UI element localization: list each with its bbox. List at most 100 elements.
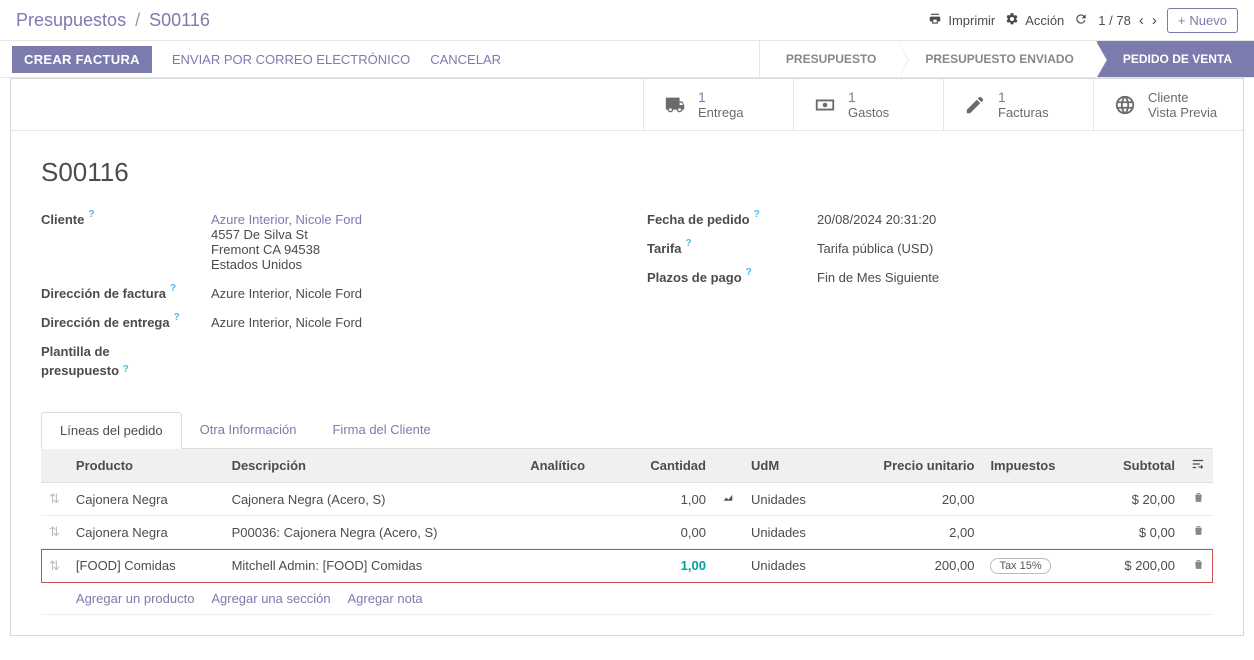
tarifa-label: Tarifa bbox=[647, 241, 681, 256]
cell-precio[interactable]: 200,00 bbox=[838, 549, 982, 583]
reload-button[interactable] bbox=[1074, 12, 1088, 29]
add-section-button[interactable]: Agregar una sección bbox=[211, 591, 330, 606]
status-flow: PRESUPUESTO PRESUPUESTO ENVIADO PEDIDO D… bbox=[759, 41, 1254, 77]
pager-next[interactable]: › bbox=[1152, 12, 1157, 29]
cell-descripcion[interactable]: Cajonera Negra (Acero, S) bbox=[224, 483, 523, 516]
pager-prev[interactable]: ‹ bbox=[1139, 12, 1144, 29]
cell-impuestos[interactable]: Tax 15% bbox=[982, 549, 1091, 583]
fecha-value[interactable]: 20/08/2024 20:31:20 bbox=[817, 212, 1213, 227]
action-button[interactable]: Acción bbox=[1005, 12, 1064, 29]
stat-expenses[interactable]: 1 Gastos bbox=[793, 79, 943, 130]
stat-delivery[interactable]: 1 Entrega bbox=[643, 79, 793, 130]
cell-analitico[interactable] bbox=[522, 549, 617, 583]
trash-icon[interactable] bbox=[1183, 516, 1213, 549]
table-row[interactable]: ⇅ Cajonera Negra P00036: Cajonera Negra … bbox=[41, 516, 1213, 549]
cell-udm[interactable]: Unidades bbox=[743, 549, 838, 583]
print-label: Imprimir bbox=[948, 13, 995, 28]
col-descripcion[interactable]: Descripción bbox=[224, 449, 523, 483]
drag-handle-icon[interactable]: ⇅ bbox=[41, 549, 68, 583]
tab-signature[interactable]: Firma del Cliente bbox=[314, 412, 448, 448]
cell-descripcion[interactable]: P00036: Cajonera Negra (Acero, S) bbox=[224, 516, 523, 549]
stat-expenses-count: 1 bbox=[848, 89, 889, 105]
cell-udm[interactable]: Unidades bbox=[743, 516, 838, 549]
add-note-button[interactable]: Agregar nota bbox=[348, 591, 423, 606]
tarifa-value[interactable]: Tarifa pública (USD) bbox=[817, 241, 1213, 256]
col-precio[interactable]: Precio unitario bbox=[838, 449, 982, 483]
plantilla-value[interactable] bbox=[211, 344, 607, 378]
stat-delivery-count: 1 bbox=[698, 89, 744, 105]
cell-cantidad[interactable]: 1,00 bbox=[618, 549, 714, 583]
help-icon[interactable]: ? bbox=[174, 312, 180, 323]
tab-order-lines[interactable]: Líneas del pedido bbox=[41, 412, 182, 449]
cancel-button[interactable]: CANCELAR bbox=[430, 52, 501, 67]
gear-icon bbox=[1005, 12, 1019, 29]
stat-row: 1 Entrega 1 Gastos 1 Facturas bbox=[11, 79, 1243, 131]
money-icon bbox=[814, 94, 836, 116]
cell-producto[interactable]: [FOOD] Comidas bbox=[68, 549, 224, 583]
tab-other-info[interactable]: Otra Información bbox=[182, 412, 315, 448]
cliente-label: Cliente bbox=[41, 212, 84, 227]
tax-chip[interactable]: Tax 15% bbox=[990, 558, 1050, 574]
help-icon[interactable]: ? bbox=[746, 267, 752, 278]
cell-cantidad[interactable]: 0,00 bbox=[618, 516, 714, 549]
table-row[interactable]: ⇅ Cajonera Negra Cajonera Negra (Acero, … bbox=[41, 483, 1213, 516]
col-analitico[interactable]: Analítico bbox=[522, 449, 617, 483]
factura-label: Dirección de factura bbox=[41, 286, 166, 301]
stat-delivery-label: Entrega bbox=[698, 105, 744, 120]
cell-udm[interactable]: Unidades bbox=[743, 483, 838, 516]
print-button[interactable]: Imprimir bbox=[928, 12, 995, 29]
cell-cantidad[interactable]: 1,00 bbox=[618, 483, 714, 516]
breadcrumb-root[interactable]: Presupuestos bbox=[16, 10, 126, 30]
cell-analitico[interactable] bbox=[522, 483, 617, 516]
table-row[interactable]: ⇅ [FOOD] Comidas Mitchell Admin: [FOOD] … bbox=[41, 549, 1213, 583]
stat-preview[interactable]: Cliente Vista Previa bbox=[1093, 79, 1243, 130]
status-presupuesto[interactable]: PRESUPUESTO bbox=[759, 41, 898, 77]
cliente-street: 4557 De Silva St bbox=[211, 227, 607, 242]
sheet: 1 Entrega 1 Gastos 1 Facturas bbox=[10, 78, 1244, 636]
cell-subtotal: $ 0,00 bbox=[1091, 516, 1183, 549]
create-invoice-button[interactable]: CREAR FACTURA bbox=[12, 46, 152, 73]
reload-icon bbox=[1074, 12, 1088, 29]
send-email-button[interactable]: ENVIAR POR CORREO ELECTRÓNICO bbox=[172, 52, 410, 67]
entrega-label: Dirección de entrega bbox=[41, 315, 170, 330]
status-presupuesto-enviado[interactable]: PRESUPUESTO ENVIADO bbox=[898, 41, 1095, 77]
trash-icon[interactable] bbox=[1183, 483, 1213, 516]
cell-descripcion[interactable]: Mitchell Admin: [FOOD] Comidas bbox=[224, 549, 523, 583]
status-pedido-de-venta[interactable]: PEDIDO DE VENTA bbox=[1096, 41, 1254, 77]
col-cantidad[interactable]: Cantidad bbox=[618, 449, 714, 483]
drag-handle-icon[interactable]: ⇅ bbox=[41, 483, 68, 516]
col-producto[interactable]: Producto bbox=[68, 449, 224, 483]
stat-invoices-label: Facturas bbox=[998, 105, 1049, 120]
cliente-name[interactable]: Azure Interior, Nicole Ford bbox=[211, 212, 607, 227]
cell-producto[interactable]: Cajonera Negra bbox=[68, 516, 224, 549]
col-subtotal[interactable]: Subtotal bbox=[1091, 449, 1183, 483]
cell-analitico[interactable] bbox=[522, 516, 617, 549]
cell-precio[interactable]: 2,00 bbox=[838, 516, 982, 549]
help-icon[interactable]: ? bbox=[123, 364, 129, 375]
cell-impuestos[interactable] bbox=[982, 483, 1091, 516]
help-icon[interactable]: ? bbox=[685, 238, 691, 249]
help-icon[interactable]: ? bbox=[754, 209, 760, 220]
plantilla-label-l1: Plantilla de bbox=[41, 344, 110, 359]
stat-invoices[interactable]: 1 Facturas bbox=[943, 79, 1093, 130]
area-chart-icon[interactable] bbox=[714, 483, 743, 516]
trash-icon[interactable] bbox=[1183, 549, 1213, 583]
cliente-value[interactable]: Azure Interior, Nicole Ford 4557 De Silv… bbox=[211, 212, 607, 272]
help-icon[interactable]: ? bbox=[170, 283, 176, 294]
entrega-value[interactable]: Azure Interior, Nicole Ford bbox=[211, 315, 607, 330]
cliente-country: Estados Unidos bbox=[211, 257, 607, 272]
drag-handle-icon[interactable]: ⇅ bbox=[41, 516, 68, 549]
help-icon[interactable]: ? bbox=[88, 209, 94, 220]
col-udm[interactable]: UdM bbox=[743, 449, 838, 483]
new-button[interactable]: + Nuevo bbox=[1167, 8, 1238, 33]
cell-impuestos[interactable] bbox=[982, 516, 1091, 549]
factura-value[interactable]: Azure Interior, Nicole Ford bbox=[211, 286, 607, 301]
cell-producto[interactable]: Cajonera Negra bbox=[68, 483, 224, 516]
add-product-button[interactable]: Agregar un producto bbox=[76, 591, 195, 606]
actionbar-left: CREAR FACTURA ENVIAR POR CORREO ELECTRÓN… bbox=[0, 41, 501, 77]
col-impuestos[interactable]: Impuestos bbox=[982, 449, 1091, 483]
cell-precio[interactable]: 20,00 bbox=[838, 483, 982, 516]
globe-icon bbox=[1114, 94, 1136, 116]
plazos-value[interactable]: Fin de Mes Siguiente bbox=[817, 270, 1213, 285]
col-settings-icon[interactable] bbox=[1183, 449, 1213, 483]
